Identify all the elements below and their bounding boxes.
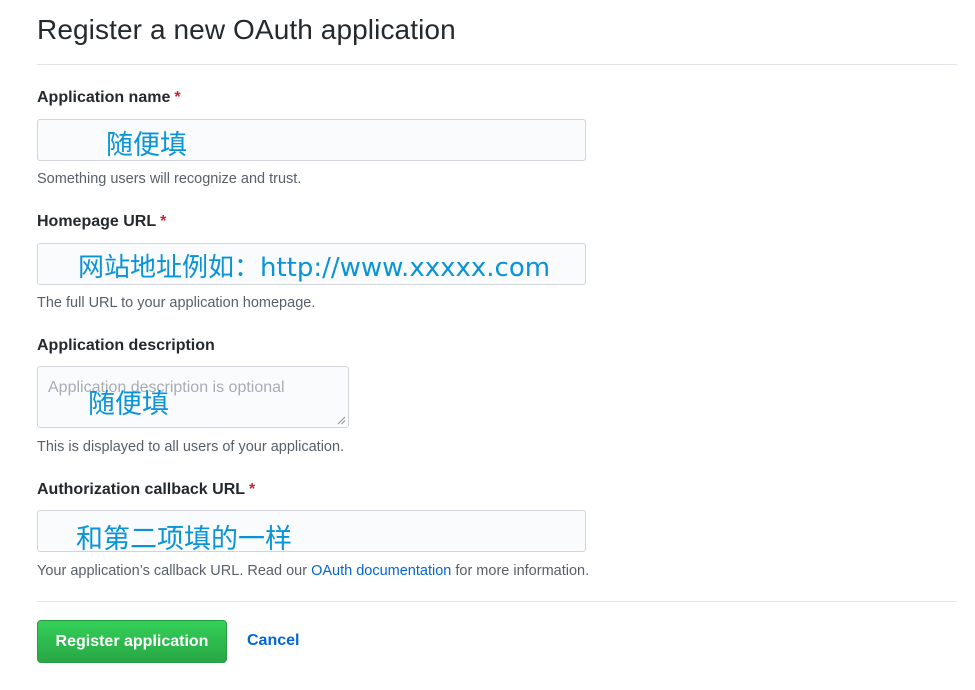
title-divider bbox=[37, 64, 957, 65]
required-mark: * bbox=[174, 89, 181, 106]
homepage-url-annotation: 网站地址例如：http://www.xxxxx.com bbox=[78, 253, 551, 283]
description-textarea[interactable]: Application description is optional bbox=[37, 366, 349, 428]
page-title: Register a new OAuth application bbox=[37, 14, 456, 45]
description-label-text: Application description bbox=[37, 337, 215, 354]
app-name-label: Application name * bbox=[37, 89, 181, 107]
callback-help-text-end: for more information. bbox=[451, 563, 590, 579]
required-mark: * bbox=[160, 213, 167, 230]
callback-url-label-text: Authorization callback URL bbox=[37, 481, 246, 498]
app-name-help: Something users will recognize and trust… bbox=[37, 171, 302, 187]
callback-url-help: Your application’s callback URL. Read ou… bbox=[37, 563, 589, 579]
homepage-url-help: The full URL to your application homepag… bbox=[37, 295, 316, 311]
app-name-annotation: 随便填 bbox=[106, 130, 187, 161]
callback-url-label: Authorization callback URL * bbox=[37, 481, 255, 499]
resize-handle-icon[interactable] bbox=[337, 416, 346, 425]
callback-url-annotation: 和第二项填的一样 bbox=[76, 524, 292, 555]
cancel-link[interactable]: Cancel bbox=[247, 632, 299, 650]
description-label: Application description bbox=[37, 337, 215, 355]
register-application-button[interactable]: Register application bbox=[37, 620, 227, 663]
homepage-url-label: Homepage URL * bbox=[37, 213, 166, 231]
required-mark: * bbox=[249, 481, 256, 498]
description-annotation: 随便填 bbox=[88, 389, 169, 420]
description-help: This is displayed to all users of your a… bbox=[37, 439, 345, 455]
form-divider bbox=[37, 601, 957, 602]
app-name-label-text: Application name bbox=[37, 89, 171, 106]
callback-help-text: Your application’s callback URL. Read ou… bbox=[37, 563, 312, 579]
oauth-documentation-link[interactable]: OAuth documentation bbox=[311, 563, 451, 579]
homepage-url-label-text: Homepage URL bbox=[37, 213, 157, 230]
